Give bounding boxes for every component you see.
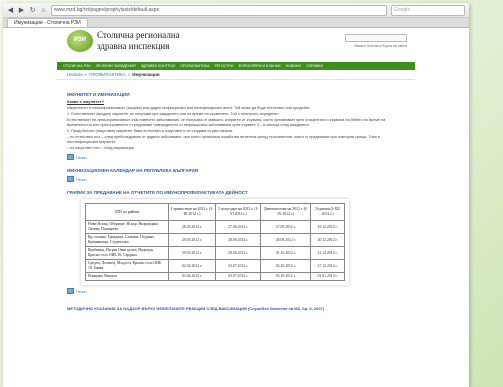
menu-item[interactable]: ЗДРАВЕН КОНТРОЛ — [141, 64, 176, 68]
menu-item[interactable]: СТОЛИЧНА РЗИ — [63, 64, 91, 68]
table-cell-region: Средец, Лозенец, Младост, Красно село ОИ… — [85, 259, 169, 273]
table-cell-date: 29.06.2012 г. — [215, 246, 262, 260]
main-menu: СТОЛИЧНА РЗИ ЛЕЧЕБНИ ЗАВЕДЕНИЯ ЗДРАВЕН К… — [57, 62, 415, 70]
printer-icon — [67, 176, 74, 182]
table-header: ОПЗ по райони — [85, 203, 169, 221]
table-row: Нови Искър, Оборище, Искър, Възраждане, … — [85, 220, 345, 234]
table-cell-date: 27.09.2012 г. — [260, 220, 312, 234]
printer-icon — [67, 154, 74, 160]
table-cell-date: 02.07.2012 г. — [215, 259, 262, 273]
logo-text: РЗИ — [74, 37, 86, 43]
section-subtitle: Какво е имунитет? — [67, 99, 105, 104]
forward-icon[interactable]: ▶ — [18, 6, 25, 14]
table-cell-date: 03.07.2012 г. — [215, 272, 262, 281]
section-title-calendar[interactable]: ИМУНИЗАЦИОНЕН КАЛЕНДАР НА РЕПУБЛИКА БЪЛГ… — [67, 168, 405, 173]
breadcrumb-separator: » — [127, 72, 131, 77]
site-search-input[interactable] — [345, 34, 407, 42]
table-cell-date: 28.09.2012 г. — [260, 233, 312, 247]
table-cell-region: Кр. поляна, Триадица, Слатина, Подуяне, … — [85, 233, 169, 247]
printer-icon — [67, 288, 74, 294]
section-title-immunity: ИМУНИТЕТ И ИМУНИЗАЦИИ — [67, 92, 130, 97]
table-cell-date: 21.12.2012 г. — [310, 246, 345, 260]
breadcrumb-parent[interactable]: ПРОФИЛАКТИКА — [89, 72, 125, 77]
header-links[interactable]: Начало Контакти Карта на сайта — [354, 44, 407, 48]
breadcrumb: Начало » ПРОФИЛАКТИКА » Имунизации — [57, 70, 415, 80]
menu-item[interactable]: РЕГИСТРИ — [215, 64, 234, 68]
table-cell-date: 01.10.2012 г. — [260, 246, 312, 260]
table-cell-date: 27.12.2012 г. — [310, 259, 345, 273]
table-cell-date: 03.01.2013 г. — [310, 272, 345, 281]
section-title-schedule: ГРАФИК ЗА ПРЕДАВАНЕ НА ОТЧЕТИТЕ ПО ИМУНО… — [67, 190, 248, 195]
schedule-table-container: ОПЗ по райони I тримесечие на 2012 г. (I… — [81, 199, 349, 285]
search-placeholder: Google — [394, 7, 411, 13]
address-bar[interactable]: www.mzd.bg/rzi/pages/prophylaxis/default… — [51, 4, 387, 16]
table-header: I тримесечие на 2012 г. (I-III 2012 г.) — [167, 203, 217, 221]
table-cell-date: 02.10.2012 г. — [260, 259, 312, 273]
table-cell-date: 02.04.2012 г. — [167, 259, 217, 273]
schedule-table: ОПЗ по райони I тримесечие на 2012 г. (I… — [85, 203, 345, 281]
site-title-line1: Столична регионална — [97, 30, 180, 40]
menu-item[interactable]: СПРАВКИ — [306, 64, 323, 68]
table-cell-date: 03.10.2012 г. — [260, 272, 312, 281]
table-header: Годишен (I-XII 2012 г.) — [310, 203, 345, 221]
print-link[interactable]: Печат — [67, 288, 405, 294]
print-link[interactable]: Печат — [67, 176, 405, 182]
print-label: Печат — [76, 154, 88, 160]
table-cell-date: 29.03.2012 г. — [167, 233, 217, 247]
site-header: РЗИ Столична регионална здравна инспекци… — [57, 28, 415, 62]
breadcrumb-separator: » — [84, 72, 88, 77]
browser-toolbar: ◀ ▶ ↻ ⌂ www.mzd.bg/rzi/pages/prophylaxis… — [3, 3, 469, 18]
paragraph: 2. Придобитият (изкуствен) имунитет бива… — [67, 129, 234, 133]
paragraph: – по естествен път – след преболедуване … — [67, 135, 380, 144]
paragraph: 1. Естественият (вроден) имунитет се пол… — [67, 112, 280, 116]
table-cell-date: 03.04.2012 г. — [167, 272, 217, 281]
main-content: ИМУНИТЕТ И ИМУНИЗАЦИИ Какво е имунитет? … — [57, 80, 415, 311]
print-link[interactable]: Печат — [67, 154, 405, 160]
menu-item[interactable]: НОВИНИ — [285, 64, 301, 68]
tab-active[interactable]: Имунизации - Столична РЗИ — [7, 18, 88, 27]
web-page: РЗИ Столична регионална здравна инспекци… — [57, 28, 415, 311]
section-title-guideline[interactable]: МЕТОДИЧНО УКАЗАНИЕ ЗА НАДЗОР ВЪРХУ НЕЖЕЛ… — [67, 306, 405, 311]
address-text: www.mzd.bg/rzi/pages/prophylaxis/default… — [54, 7, 160, 13]
table-cell-date: 19.12.2012 г. — [310, 220, 345, 234]
tab-bar: Имунизации - Столична РЗИ — [3, 18, 469, 28]
menu-item[interactable]: ФОРМУЛЯРИ И БЛАНКИ — [238, 64, 280, 68]
table-header: I полугодие на 2012 г. (I-VI 2012 г.) — [215, 203, 262, 221]
table-cell-region: Нови Искър, Оборище, Искър, Възраждане, … — [85, 220, 169, 234]
paragraph: – по изкуствен път – след ваксинация — [67, 146, 134, 150]
table-row: Илинден, Витоша 03.04.2012 г. 03.07.2012… — [85, 272, 345, 281]
home-icon[interactable]: ⌂ — [40, 7, 47, 14]
search-input[interactable]: Google — [391, 4, 465, 16]
table-cell-date: 20.12.2012 г. — [310, 233, 345, 247]
browser-window: ◀ ▶ ↻ ⌂ www.mzd.bg/rzi/pages/prophylaxis… — [3, 3, 469, 387]
site-title: Столична регионална здравна инспекция — [97, 30, 180, 51]
paragraph: Имунитетът е невъзприемчивост (защита) к… — [67, 106, 311, 110]
breadcrumb-home[interactable]: Начало — [67, 72, 83, 77]
table-cell-date: 28.06.2012 г. — [215, 233, 262, 247]
site-title-line2: здравна инспекция — [97, 41, 170, 51]
table-cell-date: 27.06.2012 г. — [215, 220, 262, 234]
table-cell-region: Илинден, Витоша — [85, 272, 169, 281]
table-cell-date: 28.03.2012 г. — [167, 220, 217, 234]
table-row: Средец, Лозенец, Младост, Красно село ОИ… — [85, 259, 345, 273]
table-row: Кр. поляна, Триадица, Слатина, Подуяне, … — [85, 233, 345, 247]
table-row: Връбница, Изгрев Овча купел, Надежда, Кр… — [85, 246, 345, 260]
table-cell-region: Връбница, Изгрев Овча купел, Надежда, Кр… — [85, 246, 169, 260]
back-icon[interactable]: ◀ — [7, 6, 14, 14]
menu-item[interactable]: ПРОФИЛАКТИКА — [180, 64, 209, 68]
menu-item[interactable]: ЛЕЧЕБНИ ЗАВЕДЕНИЯ — [96, 64, 136, 68]
table-header: Деветмесечие на 2012 г. (I-IX 2012 г.) — [260, 203, 312, 221]
paragraph: Естественият не-невъзприемчивост към пов… — [67, 118, 386, 127]
breadcrumb-current: Имунизации — [132, 72, 160, 77]
reload-icon[interactable]: ↻ — [29, 6, 36, 14]
site-logo[interactable]: РЗИ — [67, 30, 93, 52]
print-label: Печат — [76, 288, 88, 294]
table-header-row: ОПЗ по райони I тримесечие на 2012 г. (I… — [85, 203, 345, 221]
table-cell-date: 30.03.2012 г. — [167, 246, 217, 260]
print-label: Печат — [76, 176, 88, 182]
